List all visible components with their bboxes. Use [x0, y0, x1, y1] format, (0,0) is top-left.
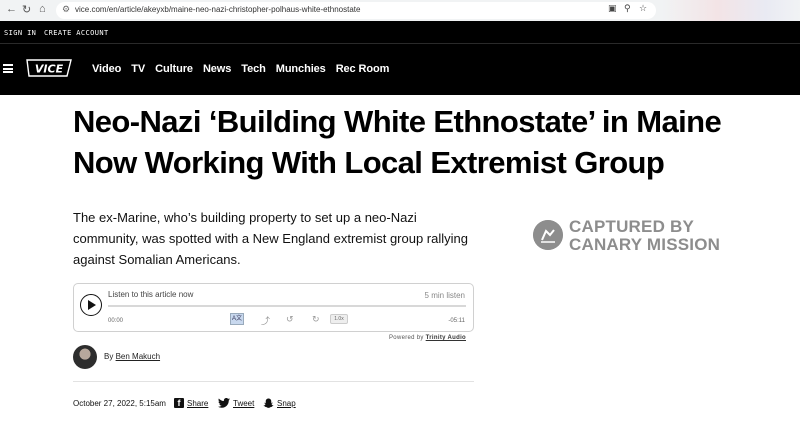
elapsed-time: 00:00	[108, 318, 124, 324]
share-twitter-button[interactable]: Tweet	[218, 396, 254, 410]
share-twitter-label: Tweet	[233, 398, 255, 408]
nav-item-tv[interactable]: TV	[131, 63, 145, 75]
reload-icon[interactable]: ↻	[22, 3, 31, 16]
main-navigation: VICE Video TV Culture News Tech Munchies…	[0, 43, 800, 95]
home-icon[interactable]: ⌂	[39, 3, 46, 15]
byline-prefix: By	[104, 352, 114, 361]
rewind-icon[interactable]: ↺	[286, 314, 294, 325]
share-facebook-button[interactable]: f Share	[174, 396, 208, 410]
nav-item-video[interactable]: Video	[92, 63, 121, 75]
snapchat-icon	[263, 398, 274, 408]
url-text: vice.com/en/article/akeyxb/maine-neo-naz…	[75, 5, 361, 14]
share-facebook-label: Share	[187, 398, 209, 408]
nav-item-rec-room[interactable]: Rec Room	[336, 63, 390, 75]
powered-by-prefix: Powered by	[389, 335, 424, 341]
progress-track[interactable]	[108, 305, 466, 307]
forward-icon[interactable]: ↻	[312, 314, 320, 325]
article-headline: Neo-Nazi ‘Building White Ethnostate’ in …	[73, 101, 793, 183]
watermark: CAPTURED BY CANARY MISSION	[533, 218, 733, 258]
audio-player: Listen to this article now 5 min listen …	[73, 283, 474, 332]
article-dek: The ex-Marine, who’s building property t…	[73, 210, 468, 267]
nav-item-culture[interactable]: Culture	[155, 63, 193, 75]
speed-button[interactable]: 1.0x	[330, 314, 348, 324]
back-icon[interactable]: ←	[6, 3, 17, 15]
share-icon[interactable]: ⤴	[261, 314, 270, 327]
player-label: Listen to this article now	[108, 290, 194, 299]
share-snapchat-button[interactable]: Snap	[263, 396, 296, 410]
divider	[73, 381, 474, 382]
nav-item-tech[interactable]: Tech	[241, 63, 266, 75]
bookmark-star-icon[interactable]: ☆	[639, 3, 647, 14]
address-bar[interactable]: ⚙ vice.com/en/article/akeyxb/maine-neo-n…	[56, 2, 656, 19]
byline: By Ben Makuch	[104, 352, 160, 361]
create-account-link[interactable]: CREATE ACCOUNT	[44, 29, 109, 37]
play-button[interactable]	[80, 294, 102, 316]
zoom-icon[interactable]: ⚲	[624, 3, 631, 14]
headline-line-1: Neo-Nazi ‘Building White Ethnostate’ in …	[73, 104, 722, 139]
nav-item-munchies[interactable]: Munchies	[276, 63, 326, 75]
menu-icon[interactable]	[3, 64, 13, 73]
author-link[interactable]: Ben Makuch	[116, 352, 160, 361]
author-avatar[interactable]	[73, 345, 97, 369]
facebook-icon: f	[174, 398, 184, 408]
player-duration: 5 min listen	[424, 291, 465, 300]
watermark-line-2: CANARY MISSION	[569, 235, 721, 254]
section-links: Video TV Culture News Tech Munchies Rec …	[92, 63, 399, 75]
utility-bar: SIGN IN CREATE ACCOUNT	[0, 21, 800, 43]
watermark-text: CAPTURED BY CANARY MISSION	[569, 218, 720, 254]
sign-in-link[interactable]: SIGN IN	[4, 29, 36, 37]
share-snapchat-label: Snap	[277, 398, 296, 408]
translate-icon[interactable]: A文	[230, 313, 244, 325]
canary-logo-icon	[533, 220, 563, 250]
vice-logo[interactable]: VICE	[25, 58, 73, 78]
headline-line-2: Now Working With Local Extremist Group	[73, 145, 665, 180]
profile-area	[662, 0, 800, 21]
svg-text:VICE: VICE	[35, 63, 64, 76]
twitter-icon	[218, 398, 230, 408]
watermark-line-1: CAPTURED BY	[569, 217, 694, 236]
remaining-time: -05:11	[448, 318, 465, 324]
site-info-icon[interactable]: ⚙	[62, 4, 70, 15]
trinity-audio-link[interactable]: Trinity Audio	[426, 335, 466, 341]
nav-item-news[interactable]: News	[203, 63, 231, 75]
publish-date: October 27, 2022, 5:15am	[73, 399, 166, 408]
install-app-icon[interactable]: ▣	[608, 3, 617, 14]
powered-by: Powered by Trinity Audio	[389, 335, 466, 341]
browser-toolbar: ← ↻ ⌂ ⚙ vice.com/en/article/akeyxb/maine…	[0, 0, 800, 21]
